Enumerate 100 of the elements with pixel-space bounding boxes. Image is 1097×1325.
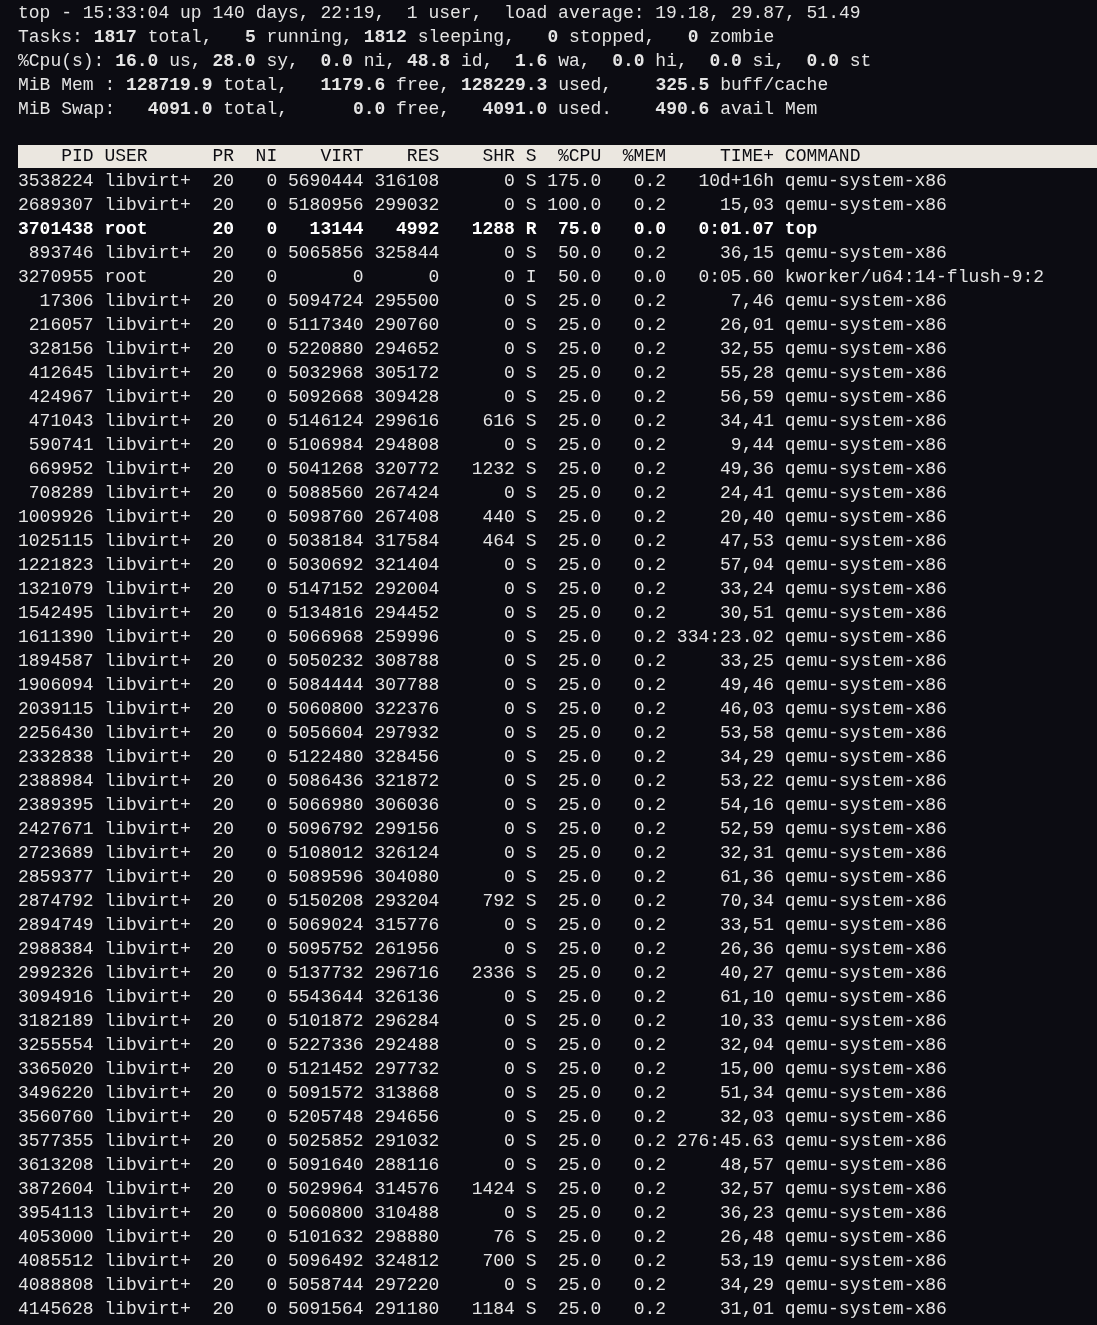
table-cell-text: 25.0 [558,314,602,337]
column-header: NI [255,145,278,168]
table-cell-text: 0 [266,770,278,793]
table-cell-text: 325844 [374,242,440,265]
table-cell-text: libvirt+ [104,1130,191,1153]
table-cell-text: S [525,626,537,649]
table-cell-text: 0 [266,650,278,673]
table-cell-text: 25.0 [558,530,602,553]
table-cell-text: 320772 [374,458,440,481]
table-cell-text: 297732 [374,1058,440,1081]
table-cell-text: 0 [266,1010,278,1033]
table-cell-text: 3954113 [18,1202,94,1225]
table-cell-text: 0.2 [633,386,667,409]
table-cell-text: 25.0 [558,410,602,433]
table-cell-text: 314576 [374,1178,440,1201]
table-cell-text: 893746 [28,242,94,265]
table-cell-text: 0 [428,266,440,289]
table-cell-text: 4053000 [18,1226,94,1249]
table-cell-text: S [525,1226,537,1249]
table-cell-text: 20 [212,602,234,625]
table-cell-text: 313868 [374,1082,440,1105]
table-cell-text: S [525,866,537,889]
table-cell-text: 0 [266,266,278,289]
table-cell-text: 0.2 [633,530,667,553]
table-cell-text: root [104,218,148,241]
table-cell-text: 0.2 [633,338,667,361]
table-cell-text: 590741 [28,434,94,457]
table-cell-text: 299156 [374,818,440,841]
table-cell-text: 0 [266,674,278,697]
table-cell-text: 5543644 [288,986,364,1009]
table-cell-text: 0.2 [633,674,667,697]
table-cell-text: 25.0 [558,890,602,913]
table-cell-text: 25.0 [558,338,602,361]
table-cell-text: 5032968 [288,362,364,385]
table-cell-text: 0.2 [633,746,667,769]
table-cell-text: 5101872 [288,1010,364,1033]
table-cell-text: 0 [266,794,278,817]
table-cell-text: 294656 [374,1106,440,1129]
table-cell-text: libvirt+ [104,986,191,1009]
table-cell-text: libvirt+ [104,338,191,361]
table-cell-text: 5117340 [288,314,364,337]
table-cell-text: libvirt+ [104,554,191,577]
table-cell-text: 0.2 [633,1082,667,1105]
table-cell-text: 0 [504,578,515,601]
table-cell-text: 0.2 [633,554,667,577]
table-cell-text: 5041268 [288,458,364,481]
table-cell-text: 0 [504,1034,515,1057]
table-cell-text: 25.0 [558,746,602,769]
column-header: RES [406,145,440,168]
table-cell-text: S [525,554,537,577]
table-cell-text: qemu-system-x86 [784,626,947,649]
table-cell-text: 0.2 [633,986,667,1009]
table-cell-text: S [525,242,537,265]
table-cell-text: 3560760 [18,1106,94,1129]
table-cell-text: libvirt+ [104,506,191,529]
table-cell-text: 2039115 [18,698,94,721]
table-cell-text: libvirt+ [104,1010,191,1033]
table-cell-text: 26,48 [720,1226,775,1249]
table-cell-text: 0.2 [633,1154,667,1177]
table-cell-text: 0 [504,386,515,409]
table-cell-text: 5088560 [288,482,364,505]
table-cell-text: 33,24 [720,578,775,601]
table-cell-text: 175.0 [547,170,602,193]
table-cell-text: 15,00 [720,1058,775,1081]
table-cell-text: qemu-system-x86 [784,938,947,961]
table-cell-text: 412645 [28,362,94,385]
table-cell-text: 0 [266,866,278,889]
table-cell-text: 20 [212,1034,234,1057]
table-cell-text: qemu-system-x86 [784,410,947,433]
table-cell-text: 2859377 [18,866,94,889]
table-cell-text: qemu-system-x86 [784,1274,947,1297]
table-cell-text: libvirt+ [104,458,191,481]
table-cell-text: 0.2 [633,434,667,457]
table-cell-text: 0 [504,338,515,361]
table-cell-text: 20 [212,1010,234,1033]
table-cell-text: 305172 [374,362,440,385]
table-cell-text: 0 [266,938,278,961]
table-cell-text: 292004 [374,578,440,601]
table-cell-text: 261956 [374,938,440,961]
table-cell-text: 424967 [28,386,94,409]
table-cell-text: 20 [212,1178,234,1201]
table-cell-text: libvirt+ [104,578,191,601]
table-cell-text: 0.2 [633,962,667,985]
table-cell-text: 5220880 [288,338,364,361]
table-cell-text: 0 [266,746,278,769]
table-cell-text: 0.2 [633,1178,667,1201]
table-cell-text: 2689307 [18,194,94,217]
table-cell-text: 1184 [471,1298,515,1321]
table-cell-text: S [525,434,537,457]
table-cell-text: qemu-system-x86 [784,650,947,673]
table-cell-text: 32,55 [720,338,775,361]
table-cell-text: S [525,722,537,745]
table-cell-text: qemu-system-x86 [784,242,947,265]
table-cell-text: 328456 [374,746,440,769]
table-cell-text: 0 [504,362,515,385]
table-cell-text: 0 [504,1130,515,1153]
table-cell-text: 54,16 [720,794,775,817]
table-cell-text: 25.0 [558,722,602,745]
table-cell-text: qemu-system-x86 [784,338,947,361]
table-cell-text: 25.0 [558,938,602,961]
